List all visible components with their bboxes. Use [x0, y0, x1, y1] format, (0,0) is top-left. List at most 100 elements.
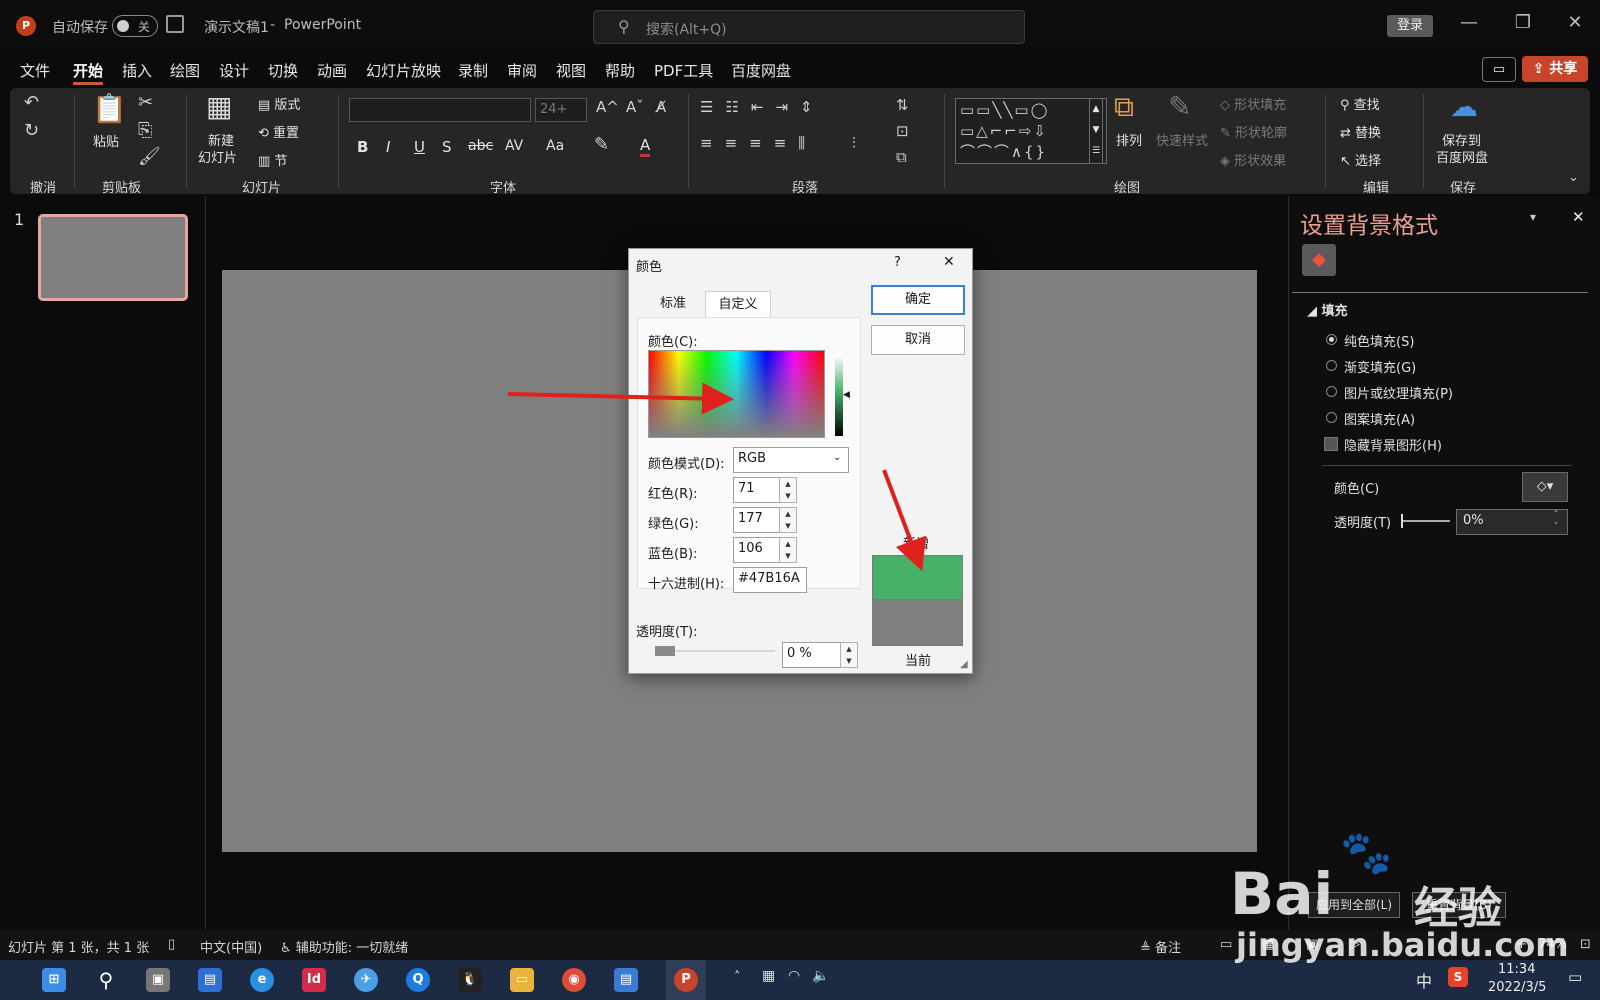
login-button[interactable]: 登录 [1387, 15, 1433, 37]
chevron-down-icon[interactable]: ⌄ [833, 452, 841, 463]
menu-transitions[interactable]: 切换 [268, 60, 298, 81]
comment-button[interactable]: ▭ [1482, 57, 1516, 82]
powerpoint-taskbar-icon[interactable]: P [674, 968, 698, 992]
widgets-icon[interactable]: ▤ [198, 968, 222, 992]
ok-button[interactable]: 确定 [871, 285, 965, 315]
start-icon[interactable]: ⊞ [42, 968, 66, 992]
blue-input[interactable]: 106 [733, 537, 781, 563]
replace-button[interactable]: ⇄ 替换 [1340, 122, 1381, 141]
layout-button[interactable]: ▤ 版式 [258, 94, 300, 113]
clear-format-icon[interactable]: A̸ [656, 98, 666, 116]
search-box[interactable]: ⚲ 搜索(Alt+Q) [593, 10, 1025, 44]
dialog-transparency-spinner[interactable]: ▲ ▼ [840, 642, 858, 668]
ribbon-collapse-icon[interactable]: ⌄ [1568, 170, 1579, 185]
font-color-icon[interactable]: A [640, 136, 651, 157]
quick-styles-icon[interactable]: ✎ [1168, 90, 1191, 123]
pane-options-icon[interactable]: ▾ [1530, 210, 1536, 224]
font-family-combo[interactable] [349, 98, 531, 122]
change-case-icon[interactable]: Aa [546, 138, 564, 154]
cancel-button[interactable]: 取消 [871, 325, 965, 355]
fill-section-header[interactable]: ◢ 填充 [1307, 300, 1348, 319]
paste-icon[interactable]: 📋 [92, 92, 127, 125]
underline-icon[interactable]: U [414, 138, 425, 156]
radio-pattern-fill[interactable] [1326, 412, 1337, 423]
align-text-icon[interactable]: ⊡ [896, 122, 909, 140]
save-icon[interactable] [166, 15, 184, 33]
menu-baidu-netdisk[interactable]: 百度网盘 [731, 60, 791, 81]
strikethrough-icon[interactable]: abc [468, 138, 493, 154]
indesign-icon[interactable]: Id [302, 968, 326, 992]
blue-spinner[interactable]: ▲ ▼ [779, 537, 797, 563]
dialog-transparency-slider[interactable] [675, 650, 775, 652]
list-icons[interactable]: ☰☷⇤⇥⇕ [700, 98, 825, 116]
resize-grip-icon[interactable]: ◢ [960, 659, 968, 670]
copy-icon[interactable]: ⎘ [138, 120, 152, 141]
share-button[interactable]: ⇪ 共享 [1522, 56, 1588, 82]
menu-pdf-tools[interactable]: PDF工具 [654, 60, 713, 81]
fit-slide-icon[interactable]: ⊡ [1580, 937, 1591, 952]
shape-effects-button[interactable]: ◈ 形状效果 [1220, 150, 1286, 169]
search-taskbar-icon[interactable]: ⚲ [94, 968, 118, 992]
tray-chevron-icon[interactable]: ˄ [734, 970, 741, 985]
file-explorer-icon[interactable]: ▭ [510, 968, 534, 992]
highlight-icon[interactable]: ✎ [594, 134, 609, 155]
qq-icon[interactable]: 🐧 [458, 968, 482, 992]
slide-thumbnail[interactable] [38, 214, 188, 301]
shapes-gallery[interactable]: ▭▭╲╲▭◯ ▭△⌐⌐⇨⇩ ⌒⌒⌒∧{} [955, 98, 1107, 164]
char-spacing-icon[interactable]: AV [505, 138, 523, 154]
shrink-font-icon[interactable]: Aˇ [626, 98, 644, 116]
menu-home[interactable]: 开始 [73, 60, 104, 85]
cut-icon[interactable]: ✂ [138, 92, 153, 113]
menu-help[interactable]: 帮助 [605, 60, 635, 81]
menu-review[interactable]: 审阅 [507, 60, 537, 81]
color-spectrum[interactable] [648, 350, 825, 438]
find-button[interactable]: ⚲ 查找 [1340, 94, 1380, 113]
align-icons[interactable]: ≡≡≡≡⫼ [700, 134, 817, 152]
tray-app-icon[interactable]: ▦ [762, 968, 775, 984]
option-gradient-fill[interactable]: 渐变填充(G) [1344, 357, 1416, 376]
save-to-label-2[interactable]: 百度网盘 [1436, 147, 1488, 166]
green-input[interactable]: 177 [733, 507, 781, 533]
paste-label[interactable]: 粘贴 [93, 131, 119, 150]
option-solid-fill[interactable]: 纯色填充(S) [1344, 331, 1414, 350]
menu-draw[interactable]: 绘图 [170, 60, 200, 81]
ime-indicator[interactable]: 中 [1416, 968, 1432, 992]
notification-icon[interactable]: ▭ [1568, 968, 1582, 986]
close-window-button[interactable]: ✕ [1560, 12, 1590, 33]
green-spinner[interactable]: ▲ ▼ [779, 507, 797, 533]
menu-slideshow[interactable]: 幻灯片放映 [366, 60, 441, 81]
red-spinner[interactable]: ▲ ▼ [779, 477, 797, 503]
task-view-icon[interactable]: ▣ [146, 968, 170, 992]
transparency-spinner[interactable]: ˄ ˅ [1554, 509, 1559, 533]
restore-button[interactable]: ❐ [1508, 12, 1538, 33]
format-painter-icon[interactable]: 🖌 [138, 146, 161, 167]
transparency-input[interactable]: 0% [1456, 509, 1568, 535]
shadow-icon[interactable]: S [442, 138, 452, 156]
section-button[interactable]: ▥ 节 [258, 150, 287, 169]
clock-date[interactable]: 2022/3/5 [1488, 980, 1546, 995]
minimize-button[interactable]: — [1454, 12, 1484, 33]
pane-close-icon[interactable]: ✕ [1572, 208, 1585, 226]
language-status[interactable]: 中文(中国) [200, 937, 262, 956]
shape-outline-button[interactable]: ✎ 形状轮廓 [1220, 122, 1287, 141]
transparency-slider-handle[interactable] [1401, 514, 1403, 528]
menu-animations[interactable]: 动画 [317, 60, 347, 81]
menu-file[interactable]: 文件 [20, 60, 50, 81]
option-picture-fill[interactable]: 图片或纹理填充(P) [1344, 383, 1453, 402]
ie-browser-icon[interactable]: e [250, 968, 274, 992]
italic-icon[interactable]: I [386, 138, 390, 156]
shape-fill-button[interactable]: ◇ 形状填充 [1220, 94, 1286, 113]
spectrum-crosshair-icon[interactable]: ✚ [712, 396, 721, 409]
transparency-slider-thumb[interactable] [655, 646, 675, 656]
menu-design[interactable]: 设计 [219, 60, 249, 81]
columns-icon[interactable]: ⫶ [852, 134, 856, 152]
notes-button[interactable]: ≜ 备注 [1140, 937, 1181, 956]
text-direction-icon[interactable]: ⇅ [896, 96, 909, 114]
baidu-netdisk-icon[interactable]: ☁ [1450, 90, 1478, 123]
menu-record[interactable]: 录制 [458, 60, 488, 81]
smartart-icon[interactable]: ⧉ [896, 148, 907, 166]
grow-font-icon[interactable]: A^ [596, 98, 619, 116]
dialog-help-button[interactable]: ? [894, 255, 901, 270]
hide-bg-label[interactable]: 隐藏背景图形(H) [1344, 435, 1442, 454]
luminance-bar[interactable] [835, 355, 843, 436]
